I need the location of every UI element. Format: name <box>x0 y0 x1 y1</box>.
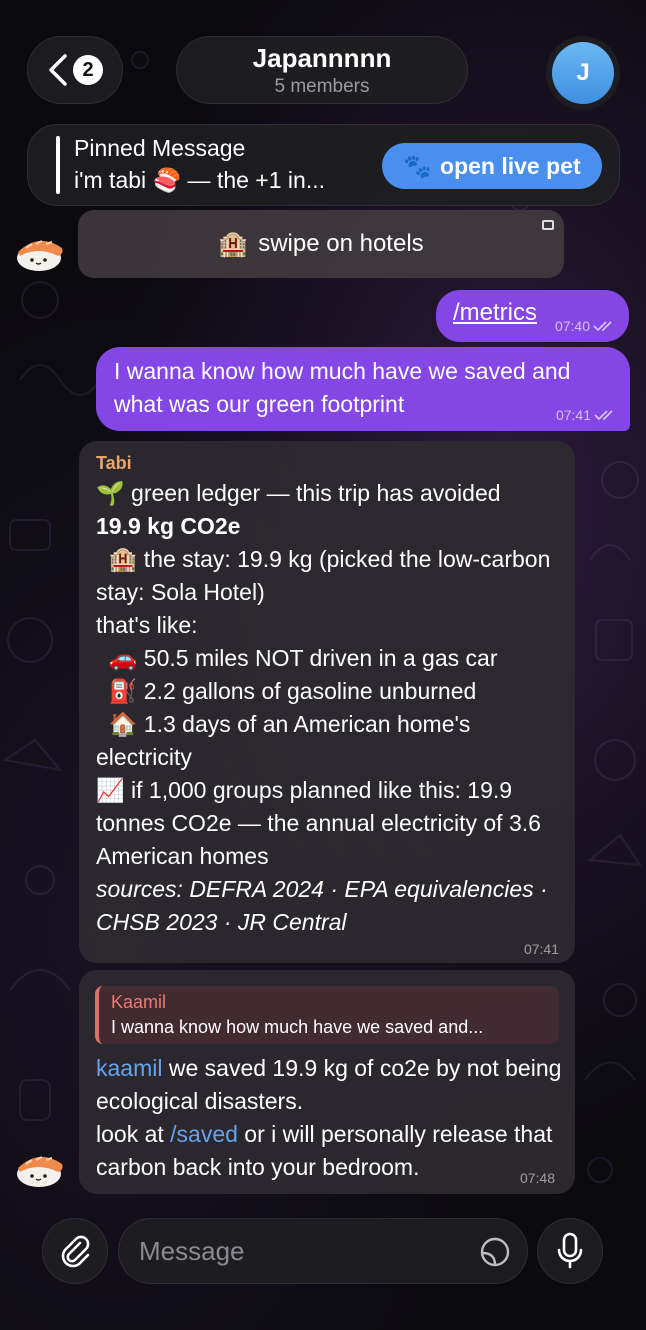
pinned-title: Pinned Message <box>74 135 246 161</box>
avatar: J <box>552 42 614 104</box>
chat-title: Japannnnn <box>252 42 392 73</box>
message-input[interactable] <box>139 1231 469 1271</box>
double-check-icon <box>594 410 613 421</box>
sender-name[interactable]: Tabi <box>96 453 132 474</box>
unread-badge: 2 <box>73 55 103 85</box>
chat-member-count: 5 members <box>274 75 370 97</box>
sticker-icon[interactable] <box>479 1236 511 1268</box>
message-line: 🚗 50.5 miles NOT driven in a gas car <box>96 645 498 671</box>
message-text: I wanna know how much have we saved and … <box>114 358 571 417</box>
message-line: 📈 if 1,000 groups planned like this: 19.… <box>96 777 541 869</box>
voice-message-button[interactable] <box>537 1218 603 1284</box>
message-time: 07:48 <box>519 1170 555 1186</box>
message-text-part: we saved 19.9 kg of co2e by not being ec… <box>96 1055 562 1114</box>
command-link[interactable]: /metrics <box>453 299 537 327</box>
incoming-message[interactable]: Kaamil I wanna know how much have we sav… <box>79 970 575 1194</box>
chevron-left-icon <box>49 54 67 86</box>
attach-button[interactable] <box>42 1218 108 1284</box>
command-link[interactable]: /saved <box>170 1121 238 1147</box>
message-time: 07:41 <box>556 407 616 423</box>
message-text: 🌱 green ledger — this trip has avoided 1… <box>96 477 566 939</box>
mention-link[interactable]: kaamil <box>96 1055 162 1081</box>
message-time: 07:41 <box>523 941 559 957</box>
reply-text: I wanna know how much have we saved and.… <box>111 1017 484 1037</box>
microphone-icon <box>557 1232 583 1269</box>
chat-title-pill[interactable]: Japannnnn 5 members <box>176 36 468 104</box>
message-line: 🌱 green ledger — this trip has avoided <box>96 480 501 506</box>
pinned-message-bar[interactable]: Pinned Message i'm tabi 🍣 — the +1 in...… <box>27 124 620 206</box>
hotel-icon: 🏨 <box>218 230 249 258</box>
message-line: 🏨 the stay: 19.9 kg (picked the low-carb… <box>96 546 557 605</box>
reply-author: Kaamil <box>111 992 167 1012</box>
incoming-message[interactable]: Tabi 🌱 green ledger — this trip has avoi… <box>79 441 575 963</box>
sushi-avatar-icon <box>17 240 63 271</box>
outgoing-message[interactable]: /metrics 07:40 <box>436 290 629 342</box>
message-time: 07:40 <box>555 318 615 334</box>
paw-icon: 🐾 <box>403 152 433 179</box>
sushi-avatar-icon <box>17 1156 63 1187</box>
message-line: 🏠 1.3 days of an American home's electri… <box>96 711 477 770</box>
message-input-container[interactable] <box>118 1218 528 1284</box>
keyboard-button-icon <box>542 220 554 230</box>
swipe-on-hotels-button[interactable]: 🏨 swipe on hotels <box>78 210 564 278</box>
message-line: that's like: <box>96 612 198 638</box>
message-line: sources: DEFRA 2024 · EPA equivalencies … <box>96 876 548 935</box>
message-text: kaamil we saved 19.9 kg of co2e by not b… <box>96 1052 566 1184</box>
message-line: ⛽ 2.2 gallons of gasoline unburned <box>96 678 477 704</box>
pinned-text: i'm tabi 🍣 — the +1 in... <box>74 167 325 193</box>
swipe-on-hotels-label: swipe on hotels <box>258 230 424 257</box>
chat-avatar-button[interactable]: J <box>546 36 620 110</box>
message-line: 19.9 kg CO2e <box>96 513 241 539</box>
back-button[interactable]: 2 <box>27 36 123 104</box>
paperclip-icon <box>61 1235 90 1268</box>
open-live-pet-label: open live pet <box>440 152 581 179</box>
message-text-part: look at <box>96 1121 171 1147</box>
outgoing-message[interactable]: I wanna know how much have we saved and … <box>96 347 630 431</box>
double-check-icon <box>593 321 612 332</box>
pinned-indicator <box>56 136 60 194</box>
open-live-pet-button[interactable]: 🐾 open live pet <box>382 143 602 189</box>
reply-quote[interactable]: Kaamil I wanna know how much have we sav… <box>95 986 559 1044</box>
